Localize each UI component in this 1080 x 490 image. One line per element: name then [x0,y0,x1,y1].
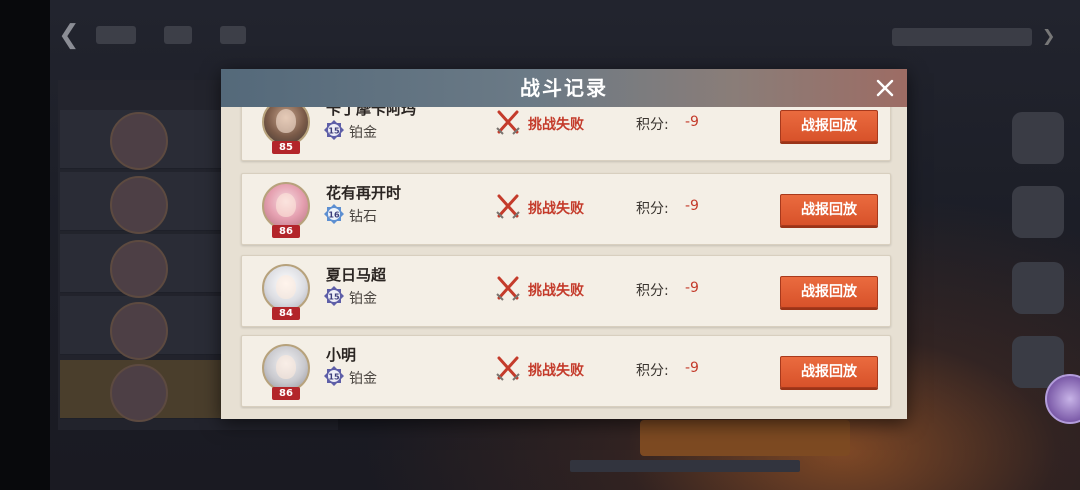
level-badge: 84 [272,307,300,320]
result-text: 挑战失败 [528,201,584,217]
result-text: 挑战失败 [528,363,584,379]
result-text: 挑战失败 [528,117,584,133]
close-icon[interactable] [871,74,899,102]
record-row: 84 夏日马超 15 铂金 挑战失败 积分: -9 战报回放 [241,255,891,327]
score-value: -9 [685,360,699,376]
score-value: -9 [685,114,699,130]
player-avatar[interactable] [262,182,310,230]
replay-button[interactable]: 战报回放 [780,110,878,142]
background-top-right-link [892,28,1032,46]
svg-text:16: 16 [328,211,340,220]
score-label: 积分: [636,283,669,299]
background-tab [96,26,136,44]
svg-text:15: 15 [328,293,340,302]
player-avatar[interactable] [262,264,310,312]
background-hint-text [570,460,800,472]
player-name: 小明 [326,346,357,364]
svg-text:15: 15 [328,373,340,382]
player-name: 卡丁摩卡阿玛 [326,107,417,118]
level-badge: 86 [272,387,300,400]
level-badge: 85 [272,141,300,154]
score-value: -9 [685,198,699,214]
score-value: -9 [685,280,699,296]
crossed-swords-icon [494,108,522,136]
record-row: 85 卡丁摩卡阿玛 15 铂金 挑战失败 积分: -9 战报回放 [241,107,891,161]
battle-record-dialog: 战斗记录 85 卡丁摩卡阿玛 15 铂金 挑战失败 积分: -9 战报回放 86… [221,69,907,419]
background-left-edge [0,0,50,490]
player-name: 花有再开时 [326,184,402,202]
dialog-title: 战斗记录 [520,76,608,100]
background-chevron-icon: ❯ [1042,26,1056,45]
record-list[interactable]: 85 卡丁摩卡阿玛 15 铂金 挑战失败 积分: -9 战报回放 86 花有再开… [233,107,895,409]
background-tab [220,26,246,44]
result-text: 挑战失败 [528,283,584,299]
rank-badge-icon: 15 [324,286,344,306]
background-avatar [110,112,168,170]
rank-name: 钻石 [349,209,377,225]
background-avatar [110,364,168,422]
background-avatar [110,240,168,298]
crossed-swords-icon [494,274,522,302]
rank-name: 铂金 [349,371,377,387]
background-avatar [110,302,168,360]
score-label: 积分: [636,201,669,217]
score-label: 积分: [636,117,669,133]
record-row: 86 小明 15 铂金 挑战失败 积分: -9 战报回放 [241,335,891,407]
replay-button[interactable]: 战报回放 [780,276,878,308]
rank-badge-icon: 15 [324,366,344,386]
background-avatar [110,176,168,234]
replay-button[interactable]: 战报回放 [780,356,878,388]
crossed-swords-icon [494,192,522,220]
background-tab [164,26,192,44]
score-label: 积分: [636,363,669,379]
rank-badge-icon: 15 [324,120,344,140]
player-name: 夏日马超 [326,266,387,284]
player-avatar[interactable] [262,344,310,392]
background-side-icon [1012,186,1064,238]
svg-text:15: 15 [328,127,340,136]
rank-name: 铂金 [349,291,377,307]
background-side-icon [1012,112,1064,164]
background-side-icon [1012,262,1064,314]
rank-name: 铂金 [349,125,377,141]
level-badge: 86 [272,225,300,238]
background-back-icon: ❮ [58,20,80,50]
background-orange-button [640,420,850,456]
rank-badge-icon: 16 [324,204,344,224]
crossed-swords-icon [494,354,522,382]
replay-button[interactable]: 战报回放 [780,194,878,226]
record-row: 86 花有再开时 16 钻石 挑战失败 积分: -9 战报回放 [241,173,891,245]
